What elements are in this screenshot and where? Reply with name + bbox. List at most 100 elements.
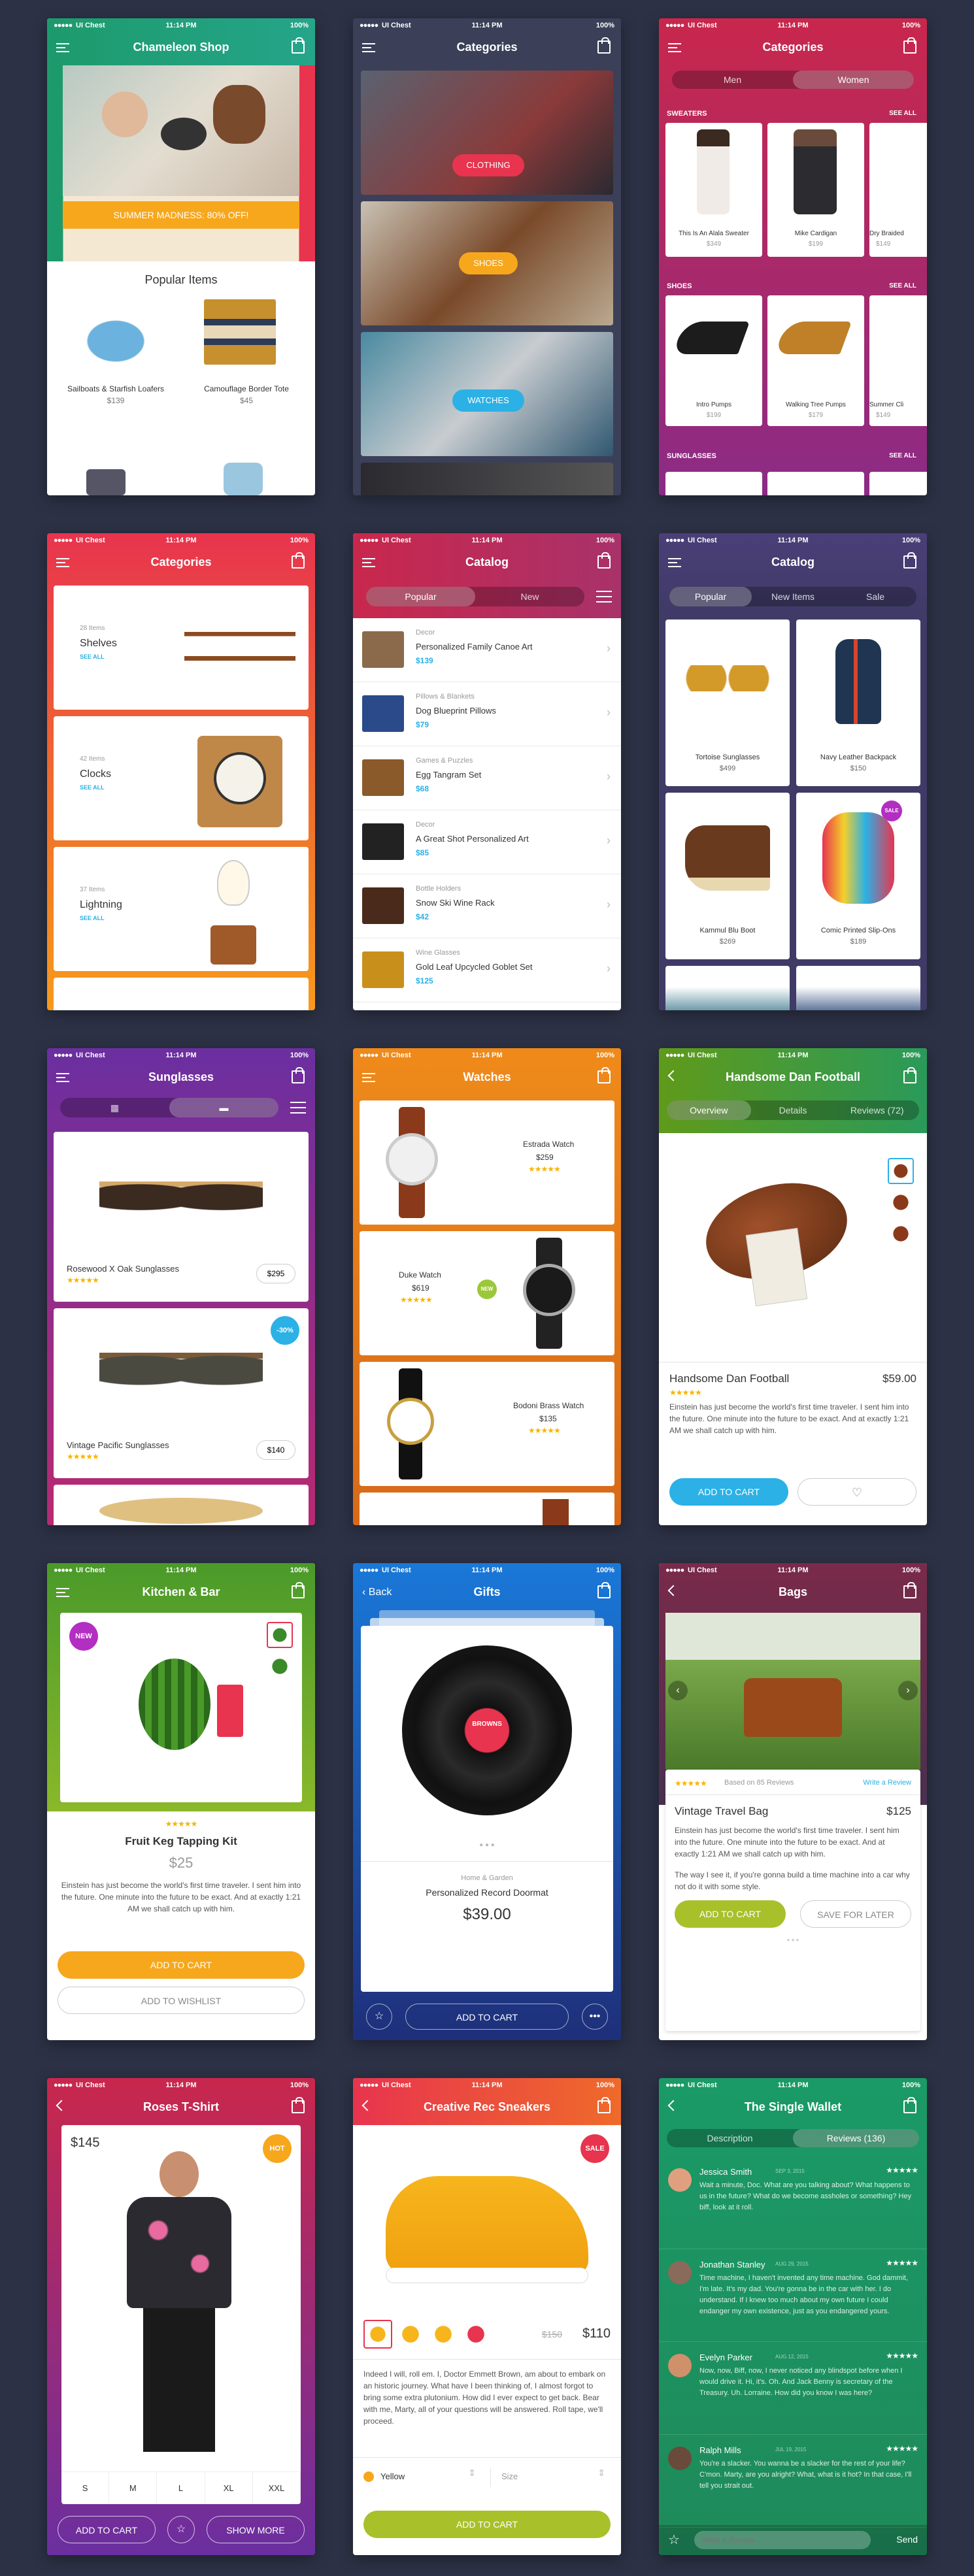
filter-icon[interactable]	[290, 1102, 306, 1114]
product-card[interactable]	[54, 1485, 309, 1525]
add-to-cart-button[interactable]: ADD TO CART	[405, 2004, 569, 2030]
avatar[interactable]	[668, 2168, 692, 2192]
add-to-cart-button[interactable]: ADD TO CART	[58, 1951, 305, 1979]
product-card[interactable]	[665, 472, 762, 495]
category-card-watches[interactable]: WATCHES	[361, 332, 613, 456]
favorite-button[interactable]: ☆	[167, 2516, 195, 2543]
product-card[interactable]	[665, 966, 790, 1010]
avatar[interactable]	[668, 2447, 692, 2470]
cart-icon[interactable]	[292, 2097, 305, 2113]
next-arrow[interactable]: ›	[898, 1681, 918, 1700]
cart-icon[interactable]	[292, 552, 305, 569]
category-label[interactable]: WATCHES	[452, 389, 524, 412]
price-pill[interactable]: $140	[256, 1440, 295, 1460]
promo-banner[interactable]: SUMMER MADNESS: 80% OFF!	[63, 201, 299, 229]
tab-details[interactable]: Details	[751, 1100, 835, 1120]
size-select[interactable]: Size ⇕	[490, 2468, 611, 2487]
more-button[interactable]: •••	[582, 2004, 608, 2030]
cart-icon[interactable]	[597, 1582, 611, 1598]
category-label[interactable]: CLOTHING	[452, 154, 524, 176]
size-option[interactable]: M	[109, 2472, 158, 2504]
thumb-2[interactable]	[267, 1653, 293, 1679]
catalog-row[interactable]: Decor Personalized Family Canoe Art $139 ›	[353, 618, 621, 682]
cart-icon[interactable]	[903, 1582, 916, 1598]
loafers-image[interactable]	[67, 306, 165, 365]
product-card[interactable]: Walking Tree Pumps $179	[767, 295, 864, 426]
see-all-link[interactable]: SEE ALL	[80, 653, 105, 660]
send-button[interactable]: Send	[896, 2534, 918, 2545]
cart-icon[interactable]	[903, 2097, 916, 2113]
thumb-1[interactable]	[363, 2320, 392, 2349]
product-card[interactable]	[796, 966, 920, 1010]
cart-icon[interactable]	[292, 1067, 305, 1083]
see-all-link[interactable]: SEE ALL	[889, 110, 916, 117]
thumb-3[interactable]	[429, 2320, 458, 2349]
product-card[interactable]	[767, 472, 864, 495]
color-select[interactable]: Yellow ⇕	[363, 2468, 481, 2487]
see-all-link[interactable]: SEE ALL	[889, 452, 916, 459]
see-all-link[interactable]: SEE ALL	[80, 784, 105, 791]
product-card[interactable]: Intro Pumps $199	[665, 295, 762, 426]
review-input[interactable]	[694, 2531, 871, 2549]
size-option[interactable]: S	[61, 2472, 110, 2504]
tab-reviews[interactable]: Reviews (136)	[793, 2129, 919, 2147]
see-all-link[interactable]: SEE ALL	[889, 282, 916, 289]
add-to-wishlist-button[interactable]: ADD TO WISHLIST	[58, 1987, 305, 2014]
cart-icon[interactable]	[597, 37, 611, 54]
size-option[interactable]: XL	[205, 2472, 253, 2504]
add-to-cart-button[interactable]: ADD TO CART	[363, 2511, 611, 2538]
product-card[interactable]: BROWNS ● ● ● Home & Garden Personalized …	[361, 1626, 613, 1992]
cart-icon[interactable]	[903, 552, 916, 569]
cart-icon[interactable]	[903, 37, 916, 54]
cart-icon[interactable]	[597, 552, 611, 569]
catalog-row[interactable]: Bottle Holders Snow Ski Wine Rack $42 ›	[353, 874, 621, 938]
thumb-3[interactable]	[888, 1221, 914, 1247]
category-card-partial[interactable]	[361, 463, 613, 495]
tab-description[interactable]: Description	[667, 2129, 793, 2147]
category-card-clothing[interactable]: CLOTHING	[361, 71, 613, 195]
category-card-clocks[interactable]: 42 Items Clocks SEE ALL	[54, 716, 309, 840]
wishlist-button[interactable]: ♡	[798, 1478, 916, 1506]
cart-icon[interactable]	[597, 2097, 611, 2113]
tab-reviews[interactable]: Reviews (72)	[835, 1100, 919, 1120]
thumb-2[interactable]	[396, 2320, 425, 2349]
category-label[interactable]: SHOES	[459, 252, 518, 274]
watch-card[interactable]: Bodoni Brass Watch $135 ★★★★★	[360, 1362, 614, 1486]
product-card[interactable]: Dry Braided $149	[869, 123, 927, 257]
prev-arrow[interactable]: ‹	[668, 1681, 688, 1700]
star-icon[interactable]: ☆	[668, 2532, 680, 2548]
tab-new-items[interactable]: New Items	[752, 587, 834, 606]
add-to-cart-button[interactable]: ADD TO CART	[58, 2516, 156, 2543]
cart-icon[interactable]	[903, 1067, 916, 1083]
avatar[interactable]	[668, 2354, 692, 2377]
category-card-shelves[interactable]: 28 Items Shelves SEE ALL	[54, 586, 309, 710]
category-card-lightning[interactable]: 37 Items Lightning SEE ALL	[54, 847, 309, 971]
product-card[interactable]: Navy Leather Backpack $150	[796, 619, 920, 786]
catalog-row[interactable]: Decor A Great Shot Personalized Art $85 ›	[353, 810, 621, 874]
thumb-1[interactable]	[267, 1622, 293, 1648]
thumb-2[interactable]	[888, 1189, 914, 1215]
product-card[interactable]: Rosewood X Oak Sunglasses ★★★★★ $295	[54, 1132, 309, 1302]
thumb-4[interactable]	[462, 2320, 490, 2349]
product-card[interactable]: Tortoise Sunglasses $499	[665, 619, 790, 786]
write-review-link[interactable]: Write a Review	[863, 1779, 911, 1787]
avatar[interactable]	[668, 2261, 692, 2285]
filter-icon[interactable]	[596, 591, 612, 603]
grid-view-icon[interactable]: ▦	[60, 1098, 169, 1117]
add-to-cart-button[interactable]: ADD TO CART	[669, 1478, 788, 1506]
product-card[interactable]: -30% Vintage Pacific Sunglasses ★★★★★ $1…	[54, 1308, 309, 1478]
category-card-partial[interactable]	[54, 978, 309, 1010]
tab-new[interactable]: New	[475, 587, 584, 606]
tab-popular[interactable]: Popular	[366, 587, 475, 606]
watch-card[interactable]: Estrada Watch $259 ★★★★★	[360, 1100, 614, 1225]
show-more-button[interactable]: SHOW MORE	[207, 2516, 305, 2543]
product-card[interactable]: This Is An Alala Sweater $349	[665, 123, 762, 257]
tab-popular[interactable]: Popular	[669, 587, 752, 606]
product-card[interactable]: Kammul Blu Boot $269	[665, 793, 790, 959]
cart-icon[interactable]	[292, 37, 305, 54]
catalog-row[interactable]: Pillows & Blankets Dog Blueprint Pillows $…	[353, 682, 621, 746]
tab-women[interactable]: Women	[793, 71, 914, 89]
see-all-link[interactable]: SEE ALL	[80, 915, 105, 921]
favorite-button[interactable]: ☆	[366, 2004, 392, 2030]
catalog-row[interactable]: Games & Puzzles Egg Tangram Set $68 ›	[353, 746, 621, 810]
